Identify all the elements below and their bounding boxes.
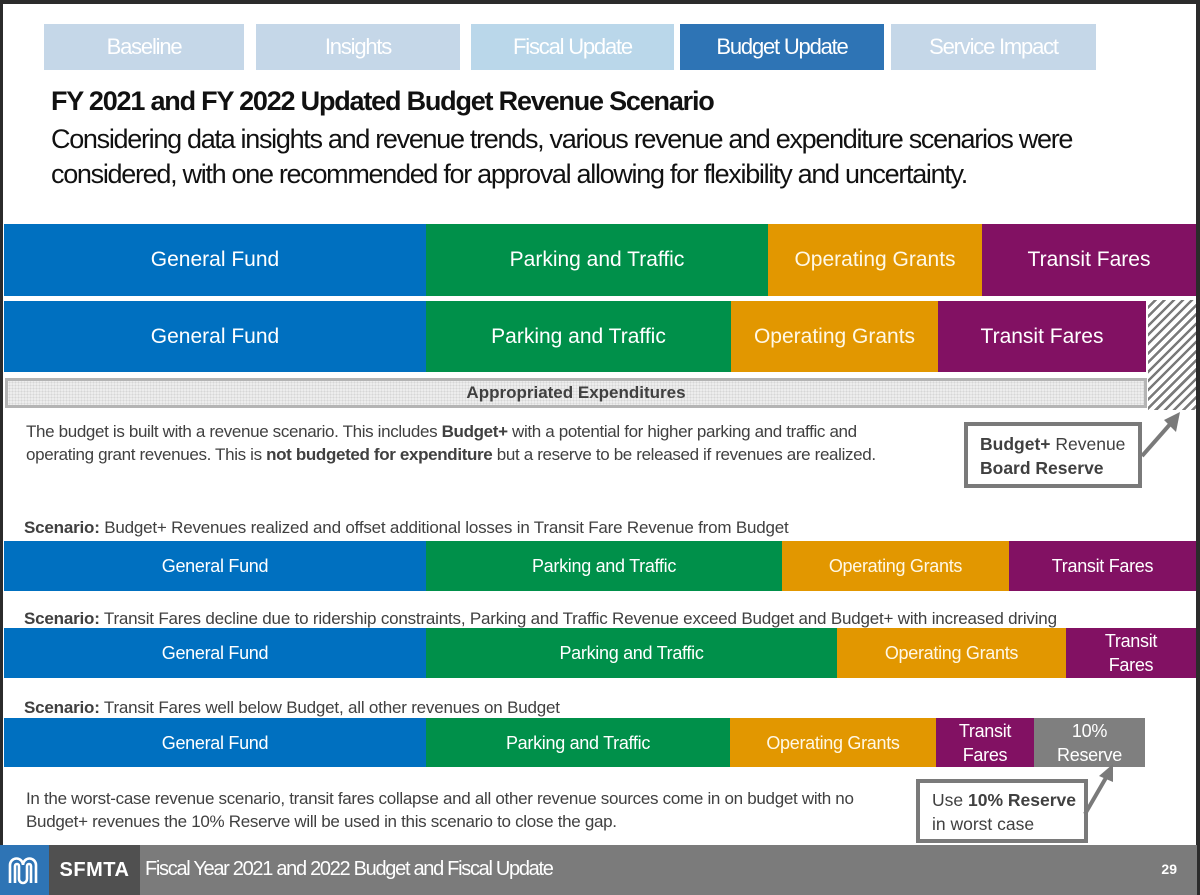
worst-case-explanation: In the worst-case revenue scenario, tran…: [26, 789, 854, 831]
segment-transit-fares: Transit Fares: [1009, 541, 1196, 591]
scenario-text: Transit Fares well below Budget, all oth…: [99, 698, 560, 717]
footer: SFMTA Fiscal Year 2021 and 2022 Budget a…: [0, 845, 1197, 895]
budget-explanation: The budget is built with a revenue scena…: [26, 420, 926, 466]
explanation-bold-budget-plus: Budget+: [441, 422, 508, 441]
tab-service-impact[interactable]: Service Impact: [891, 24, 1096, 70]
callout-arrow-icon: [1083, 764, 1113, 816]
scenario-3-bar: General Fund Parking and Traffic Operati…: [4, 718, 1146, 767]
scenario-1-label: Scenario: Budget+ Revenues realized and …: [24, 518, 789, 538]
segment-parking-traffic: Parking and Traffic: [426, 301, 731, 372]
page-number: 29: [1161, 861, 1177, 877]
segment-parking-traffic: Parking and Traffic: [426, 628, 837, 678]
segment-general-fund: General Fund: [4, 301, 426, 372]
slide: Baseline Insights Fiscal Update Budget U…: [3, 4, 1196, 895]
callout-text: Revenue: [1050, 434, 1126, 454]
explanation-text: The budget is built with a revenue scena…: [26, 422, 442, 441]
budget-plus-callout: Budget+ Revenue Board Reserve: [964, 422, 1142, 488]
segment-operating-grants: Operating Grants: [837, 628, 1066, 678]
scenario-prefix: Scenario:: [24, 609, 100, 628]
explanation-text: but a reserve to be released if revenues…: [492, 445, 876, 464]
segment-transit-fares: Transit Fares: [938, 301, 1146, 372]
segment-operating-grants: Operating Grants: [782, 541, 1009, 591]
segment-10-percent-reserve: 10% Reserve: [1034, 718, 1145, 767]
page-subtitle: Considering data insights and revenue tr…: [51, 124, 1073, 189]
budget-plus-reserve-hatch: [1148, 300, 1196, 410]
segment-operating-grants: Operating Grants: [768, 224, 982, 296]
segment-operating-grants: Operating Grants: [730, 718, 936, 767]
scenario-2-bar: General Fund Parking and Traffic Operati…: [4, 628, 1196, 678]
callout-bold: Board Reserve: [980, 458, 1104, 478]
scenario-text: Transit Fares decline due to ridership c…: [99, 609, 1057, 628]
segment-parking-traffic: Parking and Traffic: [426, 718, 730, 767]
scenario-1-bar: General Fund Parking and Traffic Operati…: [4, 541, 1196, 591]
callout-bold: Budget+: [980, 434, 1051, 454]
segment-parking-traffic: Parking and Traffic: [426, 224, 768, 296]
segment-operating-grants: Operating Grants: [731, 301, 938, 372]
page-title: FY 2021 and FY 2022 Updated Budget Reven…: [51, 86, 715, 116]
scenario-prefix: Scenario:: [24, 518, 100, 537]
callout-text: Use: [932, 790, 968, 810]
segment-general-fund: General Fund: [4, 628, 426, 678]
tab-budget-update[interactable]: Budget Update: [680, 24, 884, 70]
scenario-text: Budget+ Revenues realized and offset add…: [99, 518, 789, 537]
callout-bold: 10% Reserve: [967, 790, 1076, 810]
sfmta-logo-icon: [0, 845, 49, 895]
budget-plus-revenue-bar: General Fund Parking and Traffic Operati…: [4, 224, 1196, 296]
appropriated-expenditures-bar: Appropriated Expenditures: [5, 378, 1147, 408]
segment-transit-fares: Transit Fares: [1066, 628, 1196, 678]
segment-general-fund: General Fund: [4, 541, 426, 591]
scenario-2-label: Scenario: Transit Fares decline due to r…: [24, 609, 1057, 629]
scenario-prefix: Scenario:: [24, 698, 100, 717]
org-name: SFMTA: [49, 845, 140, 895]
tab-baseline[interactable]: Baseline: [44, 24, 244, 70]
segment-transit-fares: Transit Fares: [936, 718, 1034, 767]
segment-parking-traffic: Parking and Traffic: [426, 541, 782, 591]
explanation-bold-not-budgeted: not budgeted for expenditure: [266, 445, 493, 464]
tab-fiscal-update[interactable]: Fiscal Update: [471, 24, 674, 70]
segment-transit-fares: Transit Fares: [982, 224, 1196, 296]
callout-arrow-icon: [1140, 412, 1180, 458]
callout-text: in worst case: [932, 814, 1035, 834]
budget-revenue-bar: General Fund Parking and Traffic Operati…: [4, 301, 1146, 372]
scenario-3-label: Scenario: Transit Fares well below Budge…: [24, 698, 560, 718]
appropriated-expenditures-label: Appropriated Expenditures: [466, 383, 686, 402]
reserve-callout: Use 10% Reserve in worst case: [916, 779, 1088, 843]
footer-title: Fiscal Year 2021 and 2022 Budget and Fis…: [145, 858, 554, 880]
segment-general-fund: General Fund: [4, 718, 426, 767]
tab-insights[interactable]: Insights: [256, 24, 460, 70]
segment-general-fund: General Fund: [4, 224, 426, 296]
